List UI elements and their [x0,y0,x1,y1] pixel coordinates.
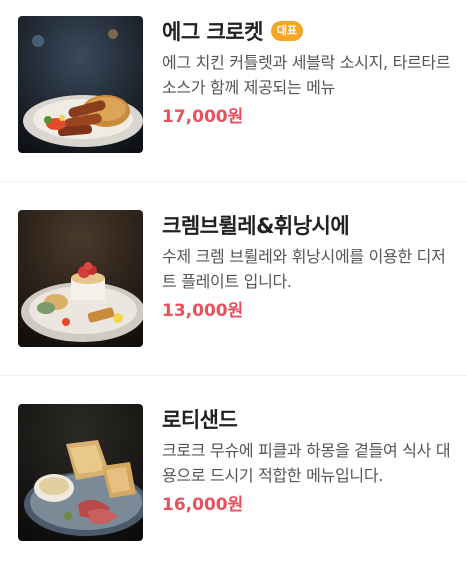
title-row: 크렘브륄레&휘낭시에 [162,210,457,240]
menu-item[interactable]: 로티샌드 크로크 무슈에 피클과 하몽을 곁들여 식사 대용으로 드시기 적합한… [0,404,467,544]
menu-item-info: 크렘브륄레&휘낭시에 수제 크렘 브륄레와 휘낭시에를 이용한 디저트 플레이트… [162,210,457,321]
menu-item-title: 크렘브륄레&휘낭시에 [162,214,350,238]
menu-list: 에그 크로켓 대표 에그 치킨 커틀렛과 세블락 소시지, 타르타르 소스가 함… [0,0,467,563]
menu-item-description: 수제 크렘 브륄레와 휘낭시에를 이용한 디저트 플레이트 입니다. [162,247,446,291]
egg-croquette-photo[interactable] [18,16,143,153]
menu-item-price: 17,000원 [162,107,244,127]
menu-item-price: 13,000원 [162,301,244,321]
menu-item-description: 에그 치킨 커틀렛과 세블락 소시지, 타르타르 소스가 함께 제공되는 메뉴 [162,53,451,97]
menu-item-title: 에그 크로켓 [162,20,263,44]
menu-item-description: 크로크 무슈에 피클과 하몽을 곁들여 식사 대용으로 드시기 적합한 메뉴입니… [162,441,451,485]
menu-item[interactable]: 에그 크로켓 대표 에그 치킨 커틀렛과 세블락 소시지, 타르타르 소스가 함… [0,16,467,156]
menu-item-info: 에그 크로켓 대표 에그 치킨 커틀렛과 세블락 소시지, 타르타르 소스가 함… [162,16,457,127]
divider [0,181,467,182]
roti-sandwich-photo[interactable] [18,404,143,541]
menu-item-title: 로티샌드 [162,408,238,432]
title-row: 로티샌드 [162,404,457,434]
menu-item[interactable]: 크렘브륄레&휘낭시에 수제 크렘 브륄레와 휘낭시에를 이용한 디저트 플레이트… [0,210,467,350]
dessert-plate-photo[interactable] [18,210,143,347]
menu-item-info: 로티샌드 크로크 무슈에 피클과 하몽을 곁들여 식사 대용으로 드시기 적합한… [162,404,457,515]
title-row: 에그 크로켓 대표 [162,16,457,46]
divider [0,375,467,376]
signature-badge: 대표 [270,21,304,41]
menu-item-price: 16,000원 [162,495,244,515]
